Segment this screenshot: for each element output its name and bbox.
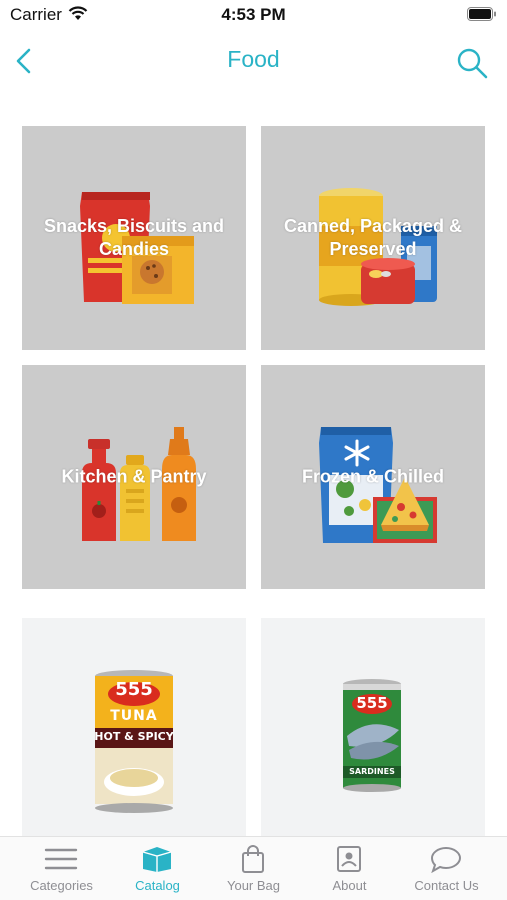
tab-label: Categories <box>30 878 93 893</box>
tab-label: Catalog <box>135 878 180 893</box>
product-tile-tuna[interactable]: 555 TUNA HOT & SPICY <box>22 618 246 836</box>
tab-about[interactable]: About <box>299 837 400 900</box>
tab-label: About <box>332 878 367 893</box>
category-tile-kitchen-pantry[interactable]: Kitchen & Pantry <box>22 365 246 589</box>
sardines-brand: 555 <box>356 694 388 712</box>
tuna-brand: 555 <box>115 679 153 700</box>
category-grid: Snacks, Biscuits and Candies Canned, Pac… <box>22 126 486 836</box>
tuna-can-image <box>95 670 173 813</box>
page-title: Food <box>227 46 280 72</box>
tab-contact-us[interactable]: Contact Us <box>396 837 497 900</box>
bag-icon <box>242 845 264 873</box>
sardines-name: SARDINES <box>349 767 395 776</box>
box-icon <box>142 847 172 872</box>
tab-label: Your Bag <box>226 878 280 893</box>
category-label: Snacks, Biscuits and Candies <box>43 216 225 259</box>
tab-catalog[interactable]: Catalog <box>107 837 208 900</box>
sardines-can-image <box>343 679 401 792</box>
status-time: 4:53 PM <box>221 5 286 24</box>
screen: Carrier 4:53 PM Food Snacks, Biscuits an… <box>0 0 507 900</box>
product-tile-sardines[interactable]: 555 SARDINES <box>261 618 485 836</box>
contact-card-icon <box>337 846 361 872</box>
tab-label: Contact Us <box>414 878 479 893</box>
tuna-variant: HOT & SPICY <box>94 730 174 743</box>
tab-your-bag[interactable]: Your Bag <box>203 837 304 900</box>
tab-categories[interactable]: Categories <box>11 837 112 900</box>
battery-icon <box>467 7 496 21</box>
navigation-bar: Food <box>0 36 507 86</box>
category-label: Kitchen & Pantry <box>61 466 207 487</box>
tuna-name: TUNA <box>110 708 158 724</box>
chat-bubble-icon <box>430 846 462 873</box>
category-tile-snacks[interactable]: Snacks, Biscuits and Candies <box>22 126 246 350</box>
list-icon <box>44 848 78 870</box>
status-bar: Carrier 4:53 PM <box>0 0 507 30</box>
category-label: Frozen & Chilled <box>301 466 444 487</box>
category-tile-canned[interactable]: Canned, Packaged & Preserved <box>261 126 485 350</box>
category-tile-frozen-chilled[interactable]: Frozen & Chilled <box>261 365 485 589</box>
tab-bar: Categories Catalog Your Bag About Contac… <box>0 836 507 900</box>
category-label: Canned, Packaged & Preserved <box>283 216 463 259</box>
search-icon[interactable] <box>455 46 489 80</box>
